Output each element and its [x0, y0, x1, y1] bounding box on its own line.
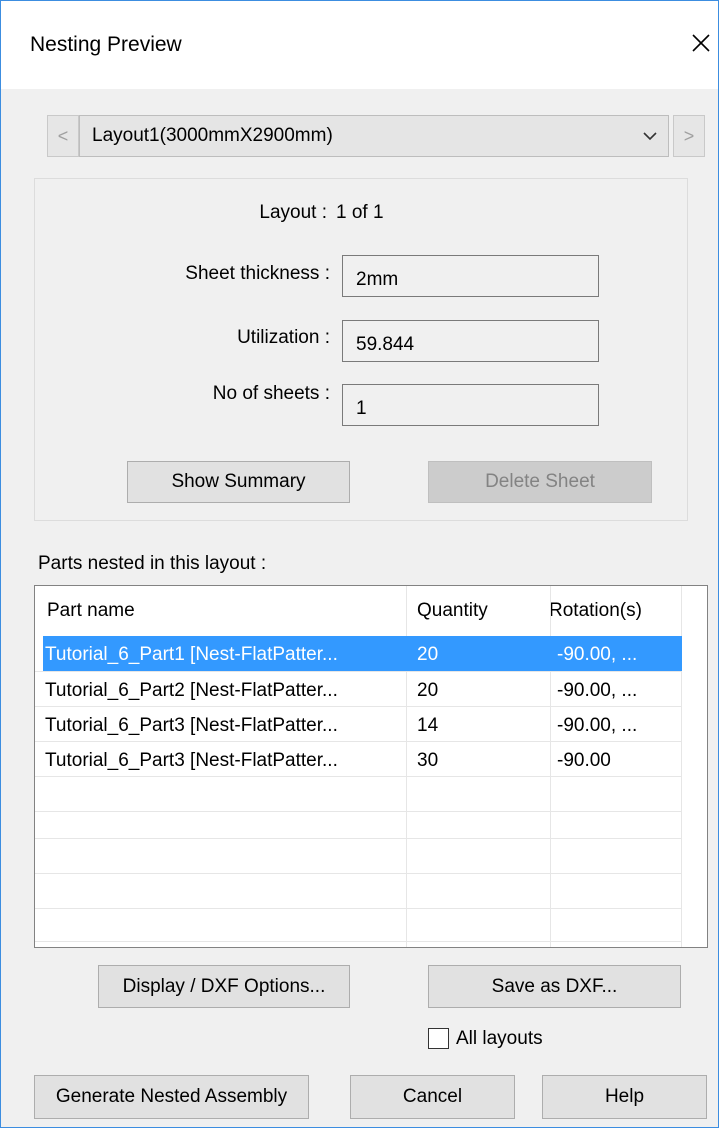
layout-label: Layout :: [259, 202, 327, 223]
part-name-cell: Tutorial_6_Part1 [Nest-FlatPatter...: [45, 644, 338, 665]
quantity-cell: 30: [417, 750, 439, 771]
delete-sheet-button[interactable]: Delete Sheet: [428, 461, 652, 503]
sheets-field: 1: [342, 384, 599, 426]
chevron-down-icon: [643, 132, 657, 141]
quantity-cell: 14: [417, 715, 439, 736]
rotation-cell: -90.00, ...: [557, 680, 638, 701]
quantity-cell: 20: [417, 680, 439, 701]
all-layouts-checkbox[interactable]: [428, 1028, 449, 1049]
cancel-button[interactable]: Cancel: [350, 1075, 515, 1119]
utilization-label: Utilization :: [237, 327, 330, 348]
layout-select[interactable]: Layout1(3000mmX2900mm): [79, 115, 669, 157]
sheet-thickness-label: Sheet thickness :: [185, 263, 330, 284]
part-name-cell: Tutorial_6_Part3 [Nest-FlatPatter...: [45, 715, 338, 736]
table-row[interactable]: Tutorial_6_Part3 [Nest-FlatPatter... 30 …: [35, 742, 682, 777]
layout-value: 1 of 1: [336, 202, 384, 223]
row-divider: [35, 838, 682, 839]
row-divider: [35, 811, 682, 812]
window-title: Nesting Preview: [30, 33, 182, 56]
part-name-cell: Tutorial_6_Part2 [Nest-FlatPatter...: [45, 680, 338, 701]
table-row[interactable]: Tutorial_6_Part3 [Nest-FlatPatter... 14 …: [35, 707, 682, 742]
row-divider: [35, 941, 682, 942]
sheet-thickness-field: 2mm: [342, 255, 599, 297]
help-button[interactable]: Help: [542, 1075, 707, 1119]
table-row[interactable]: Tutorial_6_Part2 [Nest-FlatPatter... 20 …: [35, 672, 682, 707]
save-as-dxf-button[interactable]: Save as DXF...: [428, 965, 681, 1008]
close-icon[interactable]: [687, 29, 715, 57]
parts-list-caption: Parts nested in this layout :: [38, 553, 267, 574]
layout-select-value: Layout1(3000mmX2900mm): [92, 125, 333, 146]
parts-list[interactable]: Part name Quantity Rotation(s) Tutorial_…: [34, 585, 708, 948]
utilization-field: 59.844: [342, 320, 599, 362]
show-summary-button[interactable]: Show Summary: [127, 461, 350, 503]
part-name-cell: Tutorial_6_Part3 [Nest-FlatPatter...: [45, 750, 338, 771]
nesting-preview-dialog: Nesting Preview < Layout1(3000mmX2900mm)…: [0, 0, 719, 1128]
row-divider: [35, 706, 682, 707]
row-divider: [35, 741, 682, 742]
utilization-value: 59.844: [356, 334, 415, 355]
rotation-cell: -90.00, ...: [557, 715, 638, 736]
generate-nested-assembly-button[interactable]: Generate Nested Assembly: [34, 1075, 309, 1119]
previous-layout-button[interactable]: <: [47, 115, 79, 157]
row-divider: [35, 873, 682, 874]
quantity-cell: 20: [417, 644, 439, 665]
column-header-rotation[interactable]: Rotation(s): [549, 600, 642, 622]
sheet-thickness-value: 2mm: [356, 269, 399, 290]
rotation-cell: -90.00, ...: [557, 644, 638, 665]
all-layouts-label[interactable]: All layouts: [456, 1028, 543, 1050]
rotation-cell: -90.00: [557, 750, 611, 771]
display-dxf-options-button[interactable]: Display / DXF Options...: [98, 965, 350, 1008]
row-divider: [35, 776, 682, 777]
next-layout-button[interactable]: >: [673, 115, 705, 157]
column-header-part-name[interactable]: Part name: [47, 600, 135, 622]
row-divider: [35, 908, 682, 909]
sheets-value: 1: [356, 398, 367, 419]
row-divider: [35, 671, 682, 672]
title-bar: Nesting Preview: [1, 1, 718, 89]
table-row[interactable]: Tutorial_6_Part1 [Nest-FlatPatter... 20 …: [35, 636, 682, 671]
sheets-label: No of sheets :: [212, 383, 330, 404]
column-header-quantity[interactable]: Quantity: [417, 600, 488, 622]
